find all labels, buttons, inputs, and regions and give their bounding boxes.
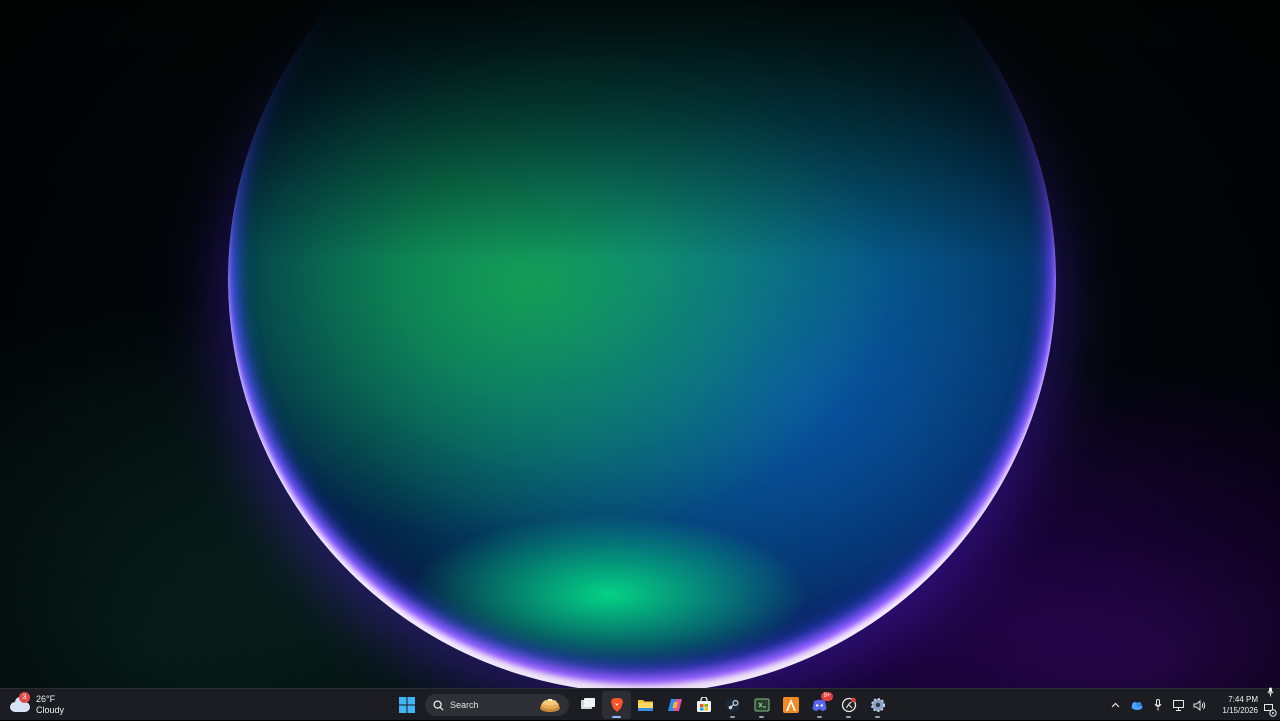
brave-browser-icon (610, 698, 623, 712)
discord-badge: 9+ (821, 692, 833, 701)
github-button[interactable] (834, 691, 863, 719)
microsoft-store-button[interactable] (689, 691, 718, 719)
weather-temperature: 26°F (36, 694, 56, 704)
weather-condition: Cloudy (36, 705, 65, 715)
copilot-button[interactable] (660, 691, 689, 719)
start-button[interactable] (392, 691, 421, 719)
discord-button[interactable]: 9+ (805, 691, 834, 719)
weather-badge: 3 (19, 692, 30, 703)
cone-app-button[interactable] (776, 691, 805, 719)
weather-widget[interactable]: 3 26°F Cloudy (10, 692, 64, 718)
volume-icon[interactable] (1189, 691, 1210, 719)
task-view-icon (580, 698, 595, 709)
windows-logo-icon (398, 697, 415, 713)
clock-time: 7:44 PM (1228, 695, 1258, 704)
terminal-icon (754, 698, 769, 712)
search-icon (433, 699, 444, 711)
onedrive-icon[interactable] (1126, 691, 1147, 719)
cloud-icon: 3 (10, 692, 30, 712)
task-view-button[interactable] (573, 691, 602, 719)
folder-icon (638, 699, 653, 711)
microphone-indicator-icon (1267, 687, 1274, 697)
terminal-button[interactable] (747, 691, 776, 719)
clock-date: 1/15/2026 (1222, 706, 1258, 715)
brave-browser-button[interactable] (602, 691, 631, 719)
chevron-up-icon[interactable] (1105, 691, 1126, 719)
taskbar-apps: Search 9+ (392, 691, 892, 719)
bell-settings-icon (1264, 704, 1277, 717)
taskbar: 3 26°F Cloudy Search 9+ 7:44 PM 1/15/202… (0, 687, 1280, 721)
notification-button[interactable] (1262, 687, 1280, 719)
settings-button[interactable] (863, 691, 892, 719)
cone-icon (782, 697, 799, 713)
search-highlight-icon (540, 699, 560, 712)
gear-icon (870, 698, 885, 712)
steam-button[interactable] (718, 691, 747, 719)
microphone-icon[interactable] (1147, 691, 1168, 719)
network-icon[interactable] (1168, 691, 1189, 719)
copilot-icon (667, 699, 682, 711)
search-input[interactable]: Search (425, 694, 569, 716)
steam-icon (725, 698, 740, 712)
store-icon (696, 697, 711, 712)
github-icon (841, 697, 856, 713)
file-explorer-button[interactable] (631, 691, 660, 719)
clock[interactable]: 7:44 PM 1/15/2026 (1210, 694, 1258, 716)
system-tray: 7:44 PM 1/15/2026 (1105, 687, 1280, 721)
desktop-wallpaper (0, 0, 1280, 688)
search-label: Search (450, 700, 479, 710)
